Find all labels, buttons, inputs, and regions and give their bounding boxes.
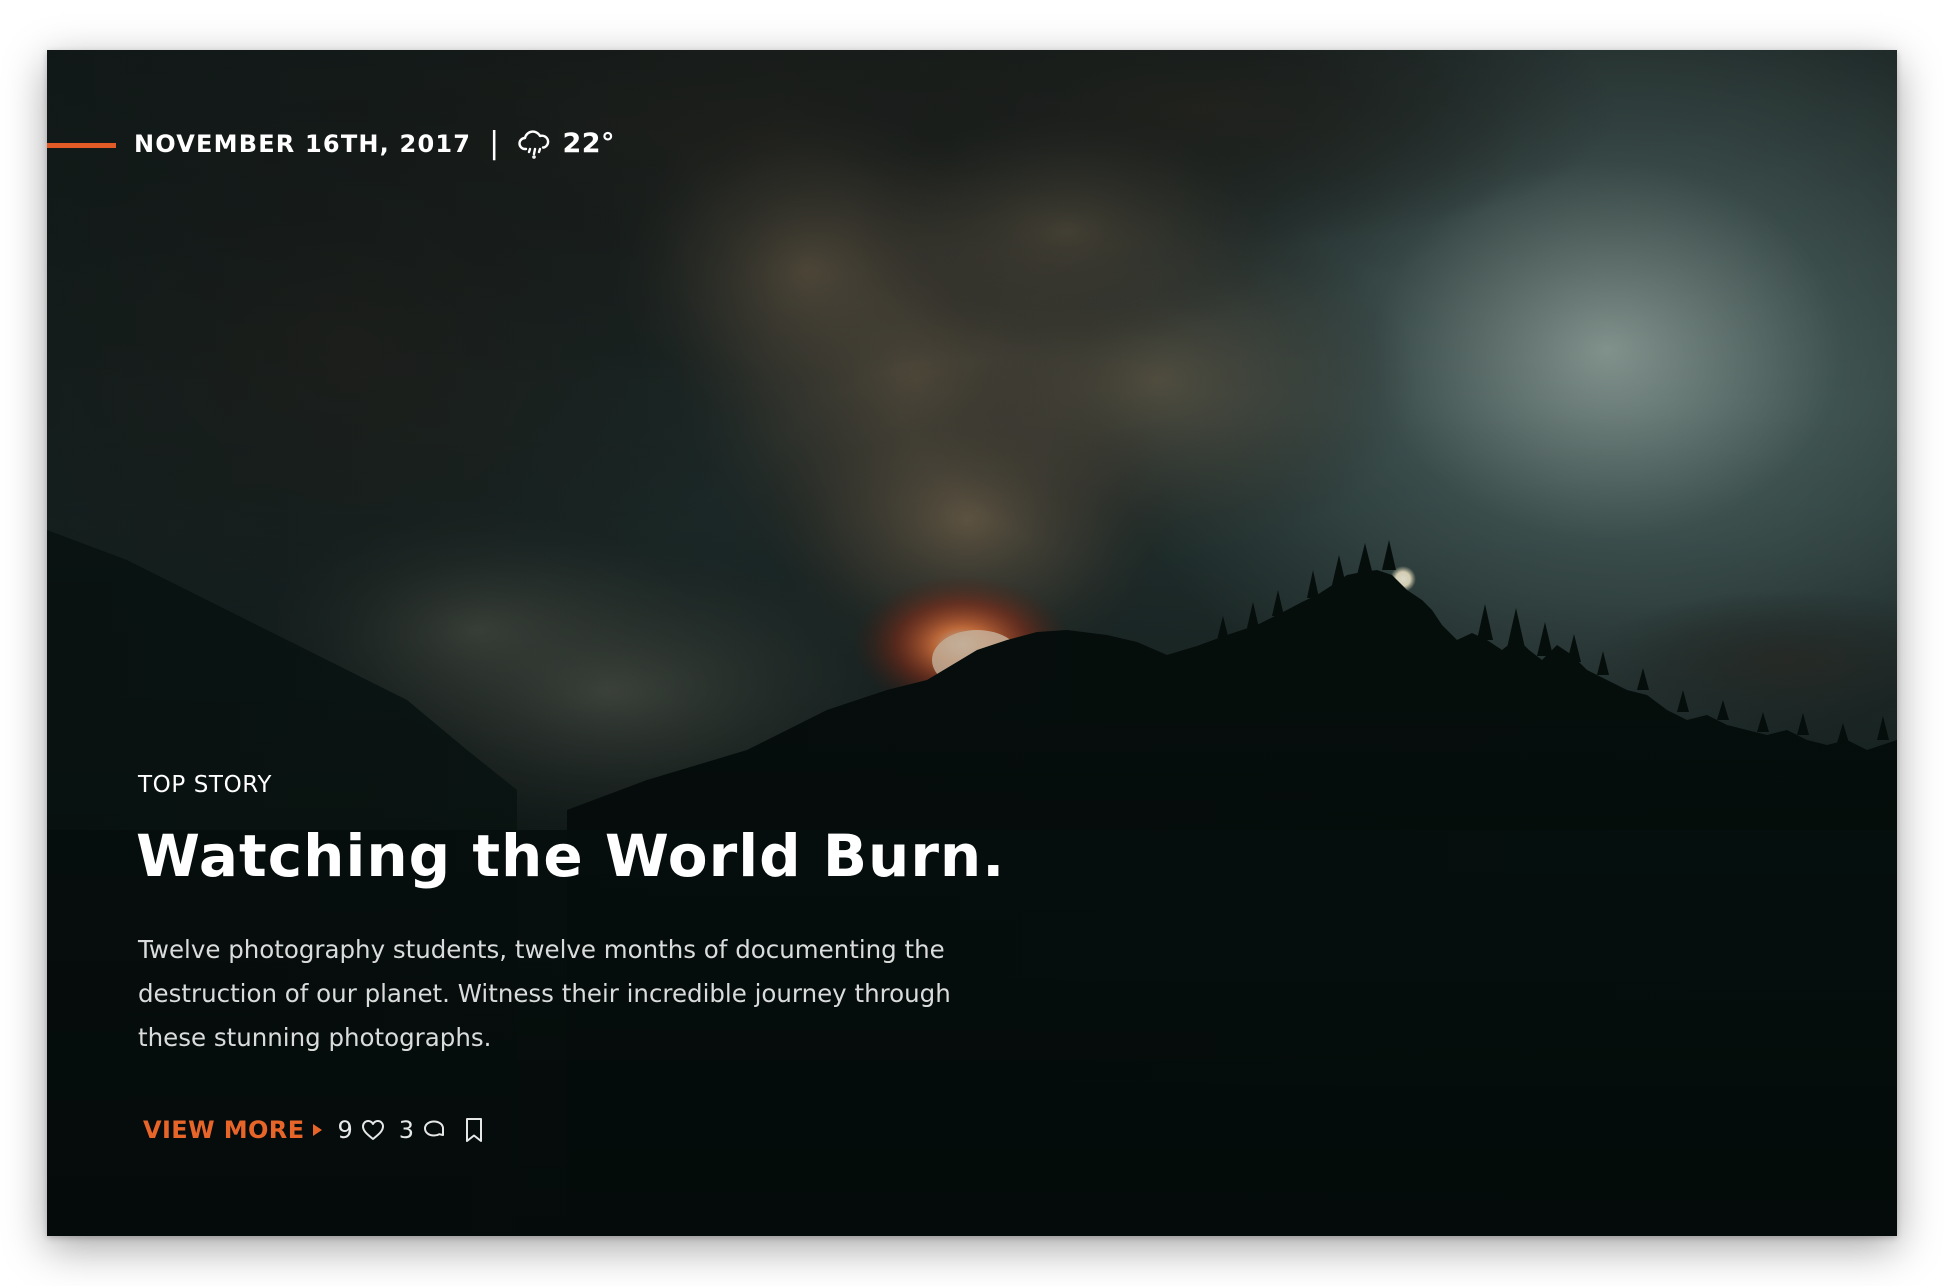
comment-button[interactable]: 3 (399, 1116, 446, 1144)
story-actions: VIEW MORE 9 3 (143, 1116, 484, 1144)
story-meta: NOVEMBER 16TH, 2017 | 22° (134, 128, 615, 159)
story-description: Twelve photography students, twelve mont… (138, 935, 951, 1052)
comment-count: 3 (398, 1116, 415, 1144)
meta-separator: | (489, 125, 501, 161)
hero-card: NOVEMBER 16TH, 2017 | 22° TOP STORY Watc… (47, 50, 1897, 1236)
story-kicker: TOP STORY (138, 772, 273, 798)
like-button[interactable]: 9 (338, 1116, 385, 1144)
comment-icon (422, 1119, 446, 1141)
play-arrow-icon (312, 1124, 322, 1136)
bookmark-icon (464, 1117, 484, 1143)
story-headline[interactable]: Watching the World Burn. (136, 822, 1005, 890)
accent-line (47, 143, 116, 148)
view-more-label: VIEW MORE (143, 1116, 305, 1144)
view-more-link[interactable]: VIEW MORE (143, 1116, 322, 1144)
temperature: 22° (562, 128, 616, 159)
like-count: 9 (337, 1116, 353, 1144)
bookmark-button[interactable] (464, 1117, 484, 1143)
cloud-rain-icon (518, 129, 552, 159)
heart-icon (361, 1119, 385, 1141)
story-date: NOVEMBER 16TH, 2017 (134, 129, 472, 158)
